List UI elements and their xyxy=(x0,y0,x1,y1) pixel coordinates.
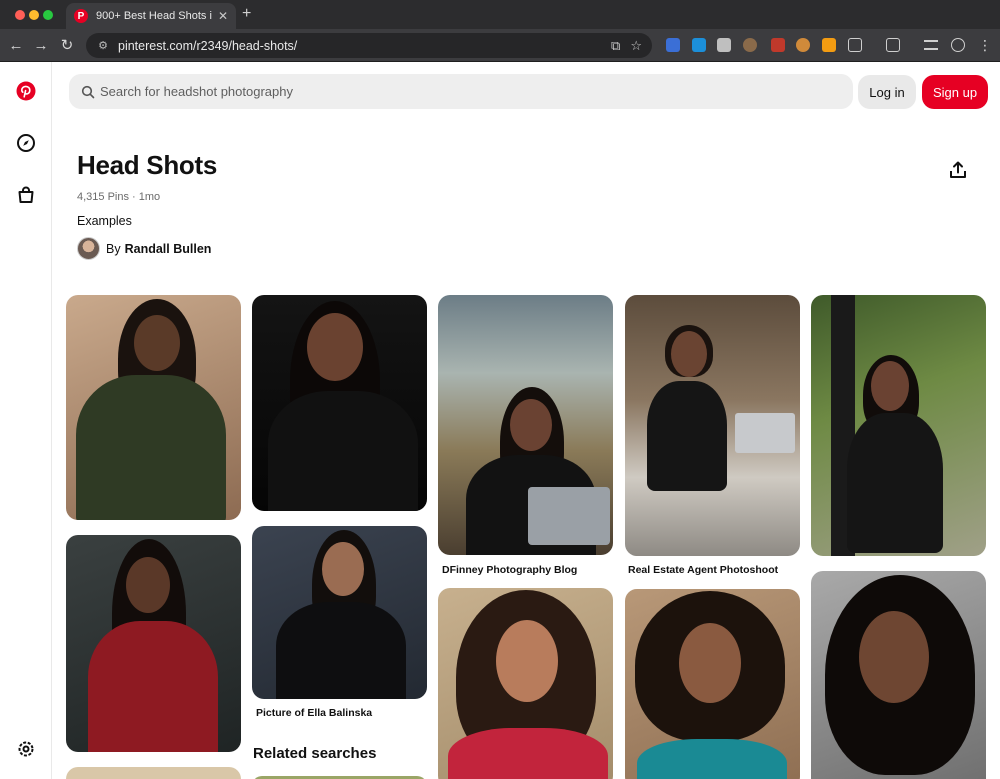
new-tab-button[interactable]: + xyxy=(242,5,251,23)
author-avatar[interactable] xyxy=(77,237,100,260)
extension-icon-5[interactable] xyxy=(771,38,785,52)
extension-icon-6[interactable] xyxy=(796,38,810,52)
laptop-graphic xyxy=(735,413,795,453)
pin-figure xyxy=(276,602,406,699)
pin-figure xyxy=(510,399,552,451)
pin-figure xyxy=(671,331,707,377)
url-text: pinterest.com/r2349/head-shots/ xyxy=(118,38,298,53)
by-label: By xyxy=(106,241,121,256)
extension-icon-3[interactable] xyxy=(717,38,731,52)
pin-image-8[interactable] xyxy=(625,295,800,556)
tab-title: 900+ Best Head Shots ideas xyxy=(96,10,212,22)
maximize-window-button[interactable] xyxy=(43,10,53,20)
amazon-extension-icon[interactable] xyxy=(822,38,836,52)
browser-tab-bar: P 900+ Best Head Shots ideas ✕ + xyxy=(0,0,1000,29)
pin-figure xyxy=(134,315,180,371)
forward-arrow-icon[interactable]: → xyxy=(32,36,50,54)
browser-toolbar: ← → ↻ ⚙ pinterest.com/r2349/head-shots/ … xyxy=(0,29,1000,62)
site-settings-icon[interactable]: ⚙ xyxy=(96,39,110,53)
shop-bag-icon[interactable] xyxy=(14,183,38,207)
back-arrow-icon[interactable]: ← xyxy=(7,36,25,54)
pin-image-6[interactable] xyxy=(438,295,613,555)
settings-gear-icon[interactable] xyxy=(14,737,38,761)
pin-image-5[interactable] xyxy=(252,526,427,699)
browser-menu-icon[interactable]: ⋮ xyxy=(976,36,994,54)
close-window-button[interactable] xyxy=(15,10,25,20)
pin-figure xyxy=(448,728,608,779)
left-nav-rail xyxy=(0,62,52,779)
pin-figure xyxy=(847,413,943,553)
explore-compass-icon[interactable] xyxy=(14,131,38,155)
share-upload-icon[interactable] xyxy=(946,158,970,182)
pin-figure xyxy=(496,620,558,702)
lens-icon[interactable] xyxy=(886,38,900,52)
pin-figure xyxy=(307,313,363,381)
extension-icon-2[interactable] xyxy=(692,38,706,52)
pin-figure xyxy=(322,542,364,596)
install-app-icon[interactable]: ⧉ xyxy=(611,38,620,54)
pin-title[interactable]: DFinney Photography Blog xyxy=(442,564,577,576)
pin-figure xyxy=(88,621,218,752)
extension-icon-4[interactable] xyxy=(743,38,757,52)
pinterest-favicon-icon: P xyxy=(74,9,88,23)
search-icon xyxy=(81,85,95,98)
bookmark-star-icon[interactable]: ☆ xyxy=(630,38,642,54)
pin-image-11[interactable] xyxy=(811,571,986,779)
login-button[interactable]: Log in xyxy=(858,75,916,109)
pin-figure xyxy=(859,611,929,703)
pin-figure xyxy=(679,623,741,703)
pin-image-1[interactable] xyxy=(66,295,241,520)
board-meta: 4,315 Pins · 1mo xyxy=(77,191,161,203)
pinterest-logo-icon[interactable] xyxy=(14,79,38,103)
extension-icon-1[interactable] xyxy=(666,38,680,52)
pin-image-10[interactable] xyxy=(811,295,986,556)
reload-icon[interactable]: ↻ xyxy=(58,36,76,54)
pin-figure xyxy=(126,557,170,613)
pin-figure xyxy=(76,375,226,520)
pin-figure xyxy=(647,381,727,491)
pin-image-9[interactable] xyxy=(625,589,800,779)
pin-title[interactable]: Real Estate Agent Photoshoot xyxy=(628,564,778,576)
close-tab-icon[interactable]: ✕ xyxy=(218,9,228,23)
pin-image-2[interactable] xyxy=(66,535,241,752)
pin-image-3[interactable] xyxy=(66,767,241,779)
laptop-graphic xyxy=(528,487,610,545)
pin-image-4[interactable] xyxy=(252,295,427,511)
minimize-window-button[interactable] xyxy=(29,10,39,20)
search-bar[interactable] xyxy=(69,74,853,109)
pin-image-7[interactable] xyxy=(438,588,613,779)
board-byline: By Randall Bullen xyxy=(77,237,211,260)
pin-title[interactable]: Picture of Ella Balinska xyxy=(256,707,372,719)
search-input[interactable] xyxy=(100,84,800,99)
related-searches-heading: Related searches xyxy=(253,745,377,762)
address-bar[interactable]: ⚙ pinterest.com/r2349/head-shots/ ⧉ ☆ xyxy=(86,33,652,58)
board-title: Head Shots xyxy=(77,150,218,180)
pin-figure xyxy=(871,361,909,411)
browser-tab[interactable]: P 900+ Best Head Shots ideas ✕ xyxy=(66,3,236,29)
reading-list-icon[interactable] xyxy=(924,40,938,50)
extensions-puzzle-icon[interactable] xyxy=(848,38,862,52)
pin-figure xyxy=(637,739,787,779)
author-name-link[interactable]: Randall Bullen xyxy=(125,242,212,256)
profile-icon[interactable] xyxy=(951,38,965,52)
signup-button[interactable]: Sign up xyxy=(922,75,988,109)
board-description: Examples xyxy=(77,214,132,228)
pin-figure xyxy=(268,391,418,511)
